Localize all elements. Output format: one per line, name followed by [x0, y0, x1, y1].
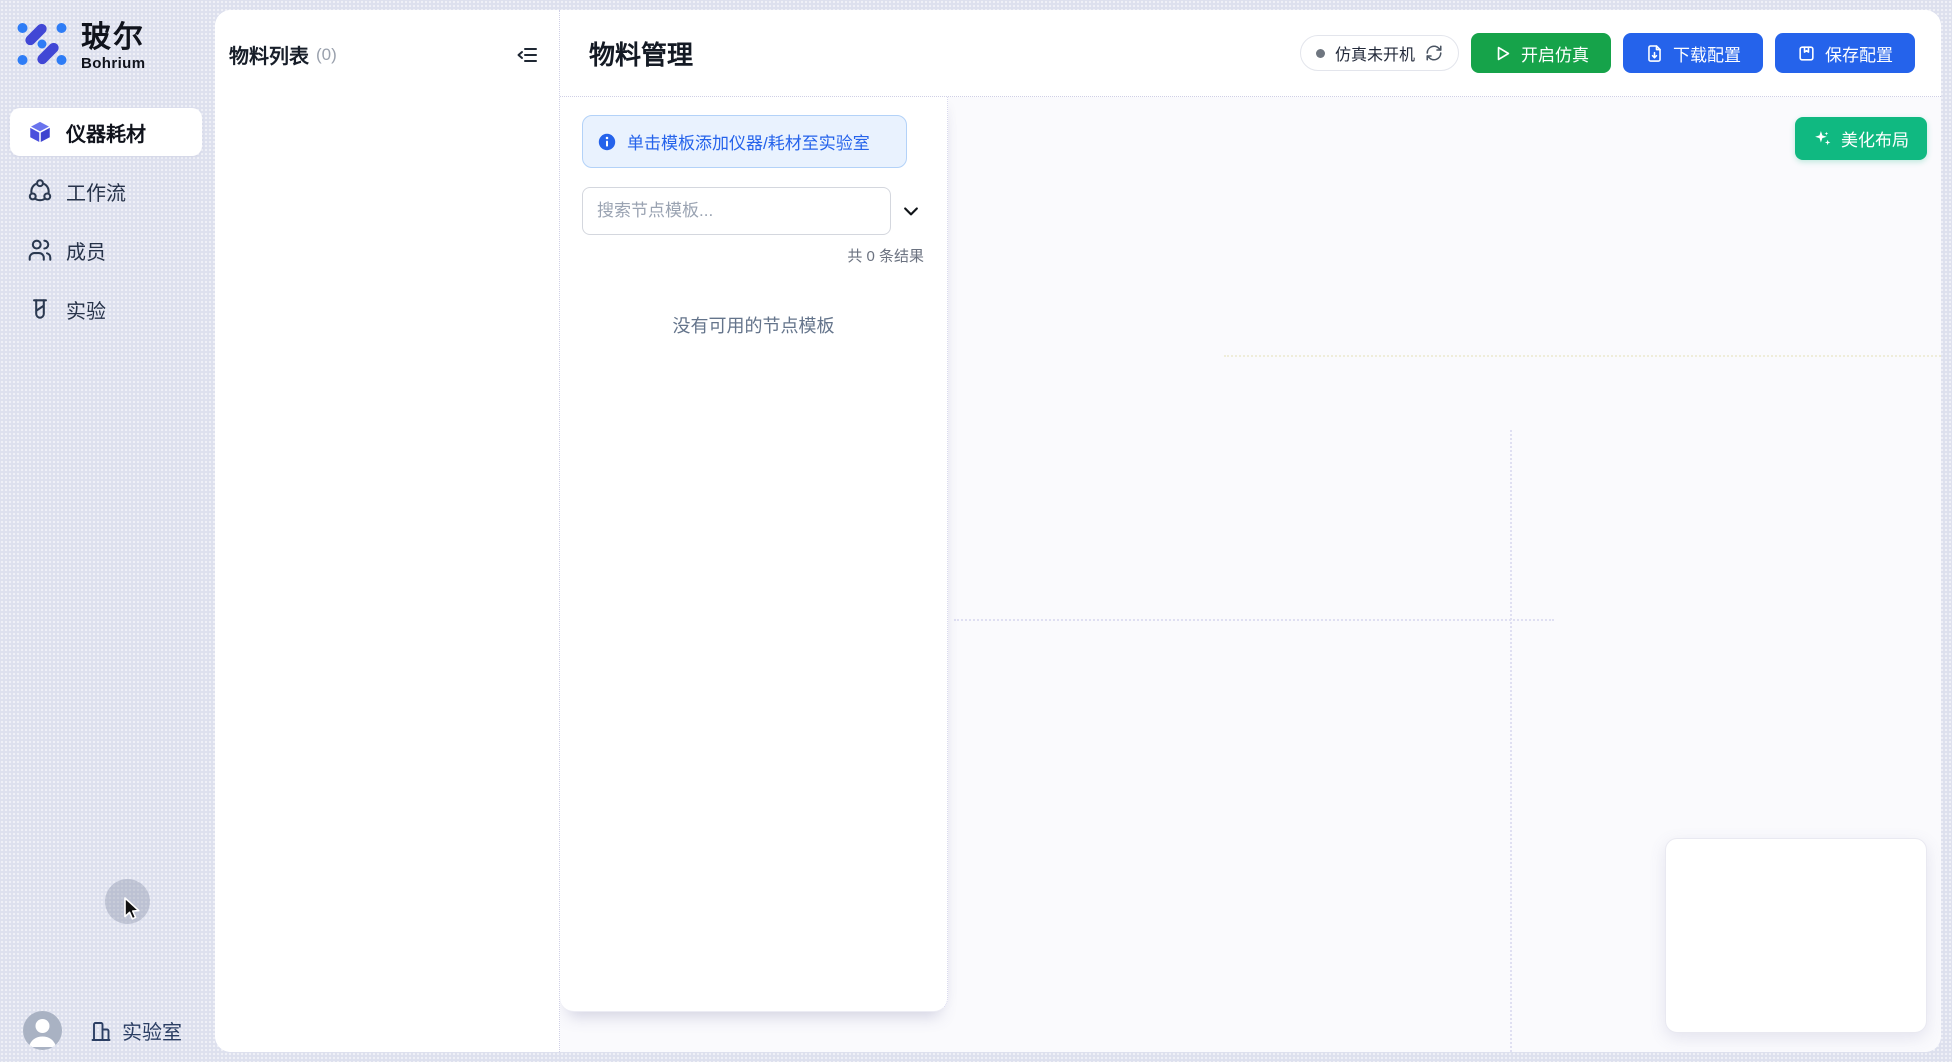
save-icon [1797, 44, 1816, 63]
hint-banner-text: 单击模板添加仪器/耗材至实验室 [627, 129, 870, 154]
sparkles-icon [1813, 129, 1832, 148]
page-title: 物料管理 [589, 35, 693, 72]
sidebar-item-instruments[interactable]: 仪器耗材 [10, 108, 202, 156]
save-config-label: 保存配置 [1825, 41, 1893, 66]
members-icon [27, 237, 53, 263]
template-search-row [582, 187, 925, 235]
header-actions: 仿真未开机 开启仿真 [1300, 33, 1915, 73]
minimap[interactable] [1665, 838, 1927, 1033]
materials-panel-header: 物料列表 (0) [229, 40, 539, 69]
brand-text: 玻尔 Bohrium [81, 19, 145, 72]
empty-templates-message: 没有可用的节点模板 [582, 312, 925, 338]
main-column: 物料管理 仿真未开机 开启仿真 [560, 10, 1941, 1052]
materials-list-title: 物料列表 [229, 40, 309, 69]
canvas-gridline-horizontal-faint [1224, 355, 1941, 357]
info-icon [598, 133, 616, 151]
status-dot-icon [1316, 49, 1325, 58]
brand-name-en: Bohrium [81, 55, 145, 72]
play-icon [1493, 44, 1512, 63]
beautify-layout-button[interactable]: 美化布局 [1795, 117, 1927, 160]
sidebar: 玻尔 Bohrium 仪器耗材 工作流 [0, 0, 215, 1062]
brand-logo: 玻尔 Bohrium [0, 0, 215, 72]
simulation-status-pill: 仿真未开机 [1300, 35, 1459, 71]
simulation-status-label: 仿真未开机 [1335, 41, 1415, 65]
start-simulation-label: 开启仿真 [1521, 41, 1589, 66]
page: { "brand": { "name_zh": "玻尔", "name_en":… [0, 0, 1952, 1062]
sidebar-item-label: 实验 [66, 295, 106, 324]
brand-name-zh: 玻尔 [81, 21, 145, 54]
materials-panel: 物料列表 (0) [215, 10, 560, 1052]
refresh-status-icon[interactable] [1425, 44, 1443, 62]
sidebar-item-workflow[interactable]: 工作流 [10, 167, 202, 215]
sidebar-item-experiment[interactable]: 实验 [10, 285, 202, 333]
main-header: 物料管理 仿真未开机 开启仿真 [560, 10, 1941, 97]
experiment-icon [27, 296, 53, 322]
workflow-icon [27, 178, 53, 204]
sidebar-item-label: 成员 [66, 236, 106, 265]
materials-list-count: (0) [316, 45, 337, 65]
result-count: 共 0 条结果 [582, 245, 925, 266]
bohrium-logo-icon [16, 19, 68, 69]
sidebar-item-members[interactable]: 成员 [10, 226, 202, 274]
download-config-label: 下载配置 [1673, 41, 1741, 66]
download-config-button[interactable]: 下载配置 [1623, 33, 1763, 73]
cube-icon [27, 119, 53, 145]
node-template-panel: 单击模板添加仪器/耗材至实验室 共 0 条结果 没有可用的节点模板 [560, 97, 948, 1012]
save-config-button[interactable]: 保存配置 [1775, 33, 1915, 73]
hint-banner: 单击模板添加仪器/耗材至实验室 [582, 115, 907, 168]
content-card: 物料列表 (0) 物料管理 仿真未开机 [215, 10, 1941, 1052]
start-simulation-button[interactable]: 开启仿真 [1471, 33, 1611, 73]
sidebar-item-label: 仪器耗材 [66, 118, 146, 147]
beautify-layout-label: 美化布局 [1841, 126, 1909, 151]
lab-label: 实验室 [122, 1016, 182, 1045]
lab-switcher[interactable]: 实验室 [89, 1016, 182, 1045]
collapse-panel-icon[interactable] [515, 43, 539, 67]
building-icon [89, 1019, 113, 1043]
sidebar-item-label: 工作流 [66, 177, 126, 206]
search-input[interactable] [582, 187, 891, 235]
file-download-icon [1645, 44, 1664, 63]
user-avatar[interactable] [23, 1011, 62, 1050]
flow-canvas[interactable]: 单击模板添加仪器/耗材至实验室 共 0 条结果 没有可用的节点模板 [560, 97, 1941, 1052]
chevron-down-icon[interactable] [901, 201, 921, 221]
avatar-person-icon [23, 1011, 62, 1050]
canvas-gridline-horizontal [954, 619, 1554, 621]
canvas-gridline-vertical [1510, 430, 1512, 1052]
sidebar-menu: 仪器耗材 工作流 成员 [0, 108, 215, 333]
sidebar-footer: 实验室 [0, 1011, 215, 1050]
